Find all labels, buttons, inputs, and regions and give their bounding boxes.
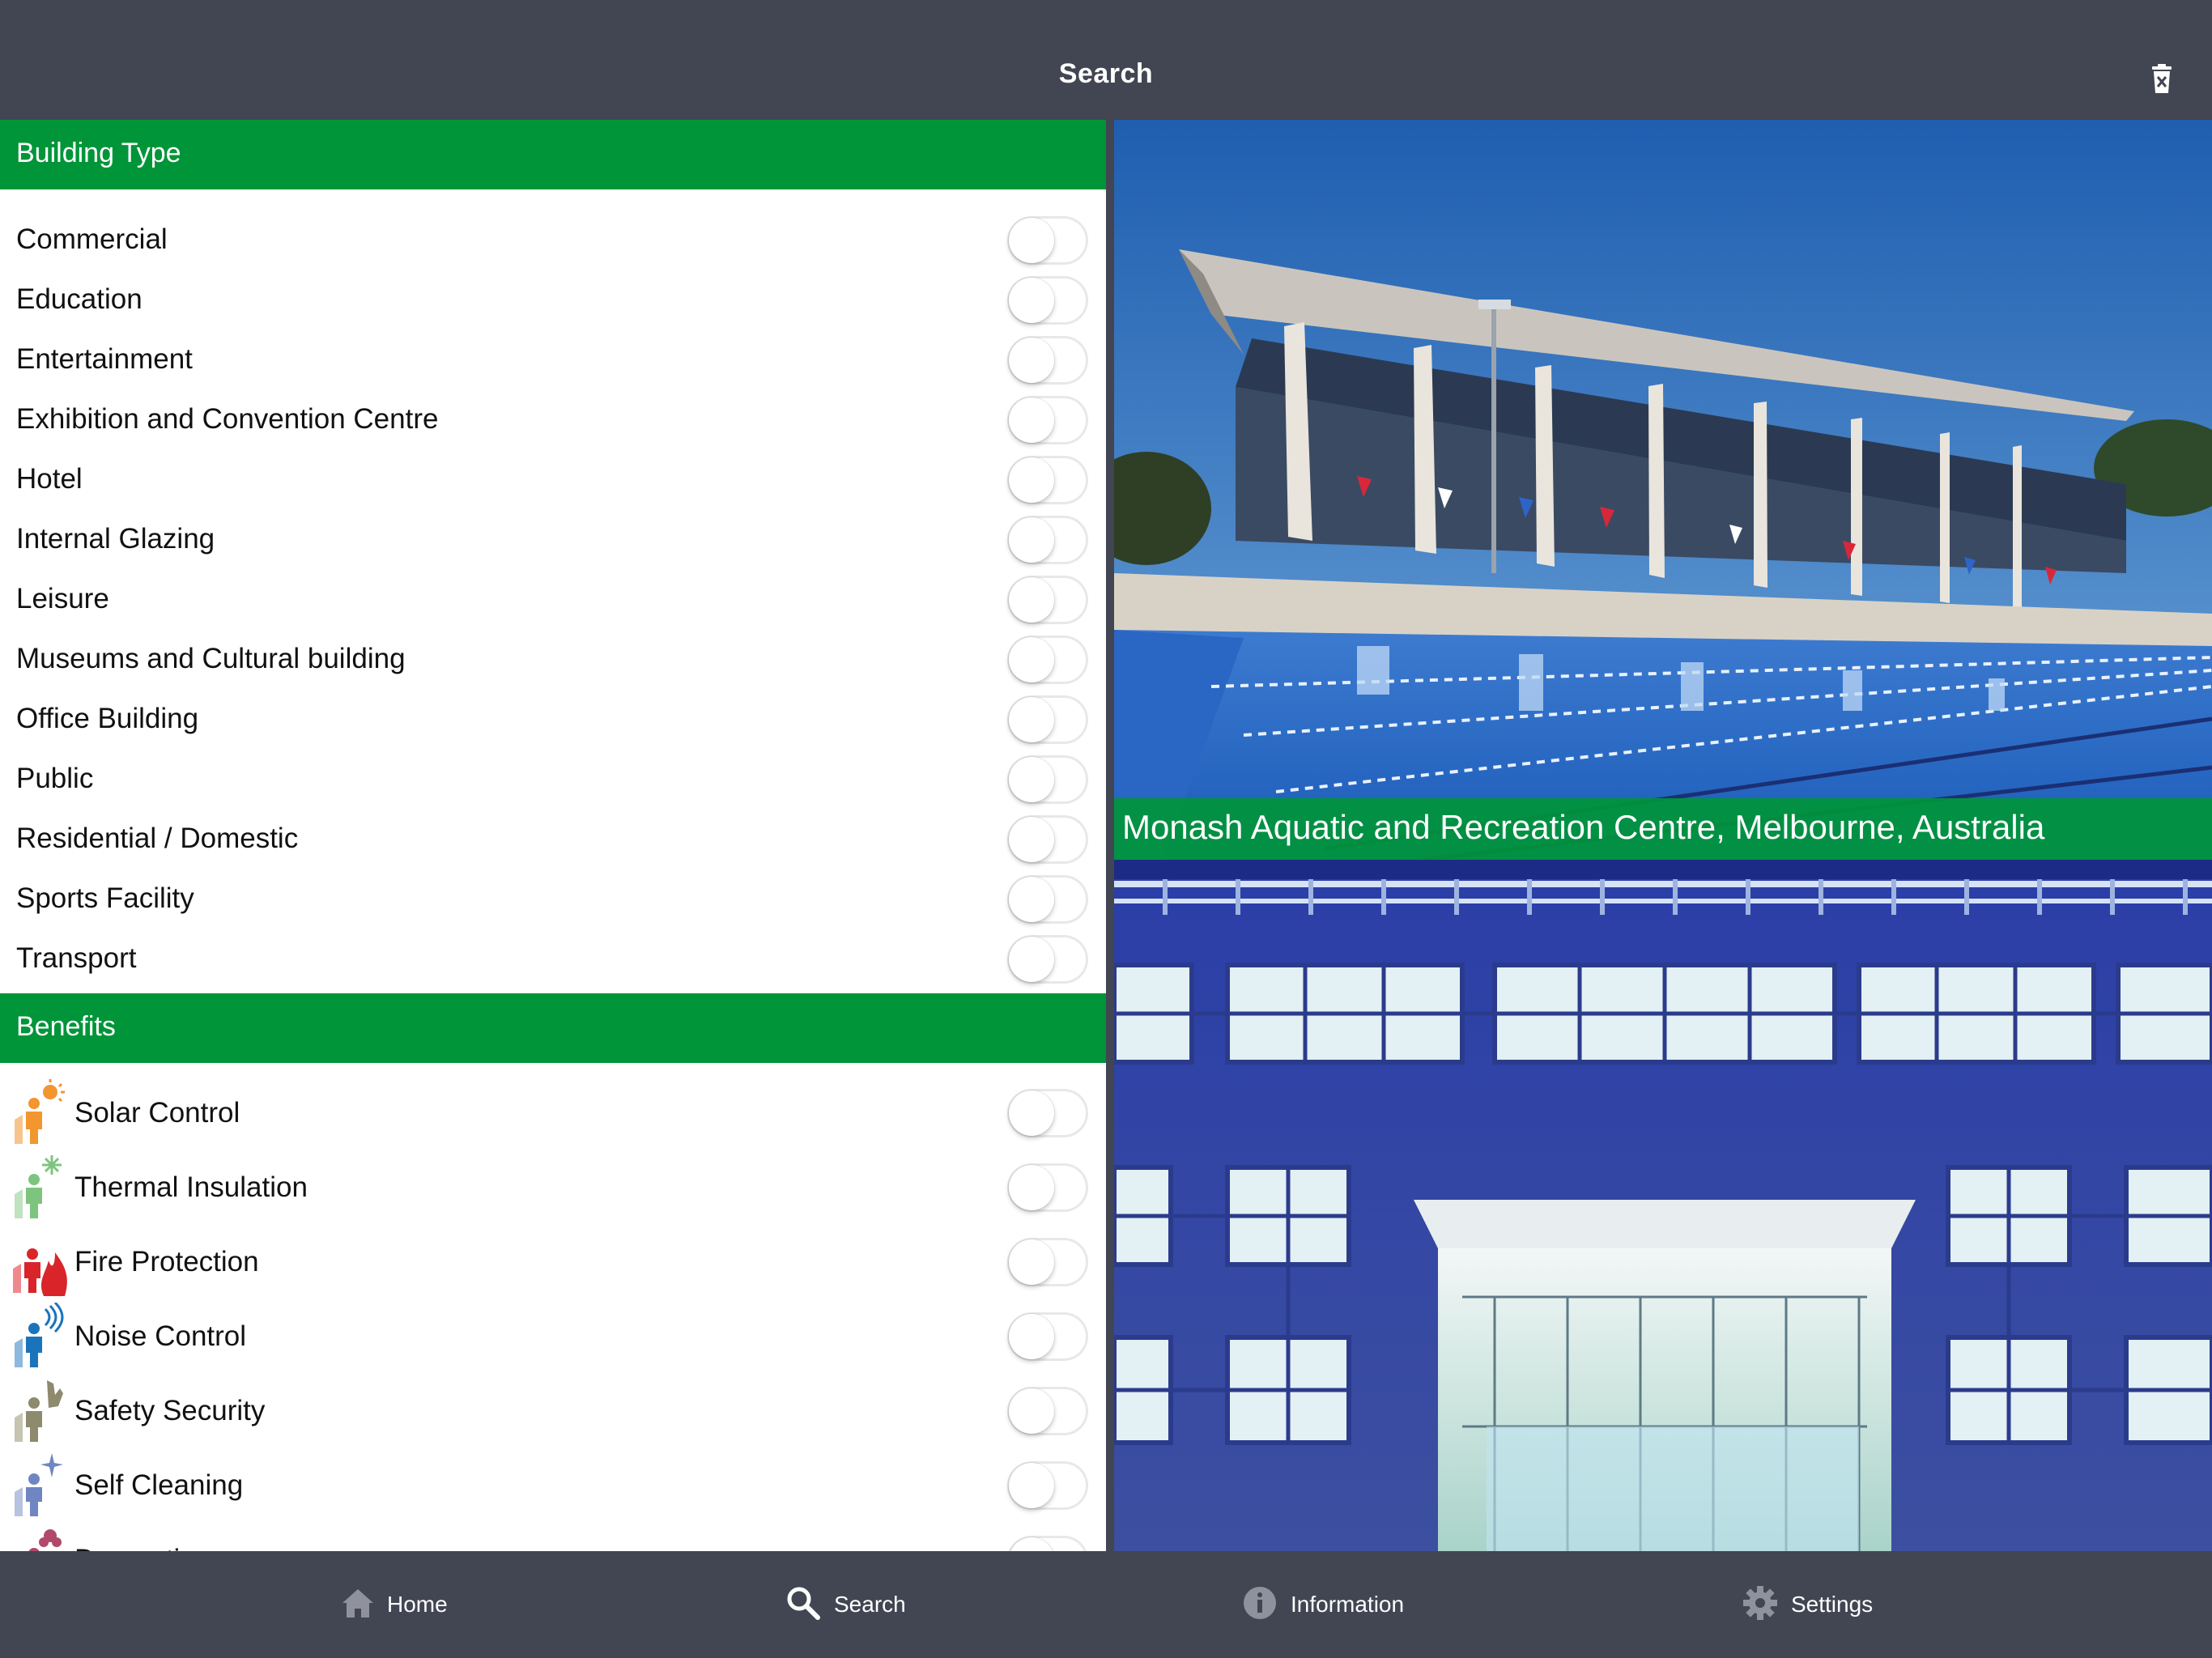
tab-label: Settings: [1791, 1592, 1874, 1617]
filter-row-self-cleaning[interactable]: Self Cleaning: [0, 1448, 1106, 1523]
toggle-switch[interactable]: [1007, 1163, 1088, 1212]
toggle-switch[interactable]: [1007, 875, 1088, 924]
toggle-switch[interactable]: [1007, 935, 1088, 984]
filter-row-solar-control[interactable]: Solar Control: [0, 1076, 1106, 1150]
solar-control-icon: [15, 1079, 65, 1144]
toggle-switch[interactable]: [1007, 695, 1088, 744]
fire-protection-icon: [13, 1248, 67, 1296]
filter-row-fire-protection[interactable]: Fire Protection: [0, 1225, 1106, 1299]
tab-information[interactable]: Information: [1242, 1551, 1469, 1658]
filter-label: Self Cleaning: [74, 1469, 244, 1501]
decoration-icon: [28, 1529, 62, 1551]
search-icon: [787, 1587, 820, 1620]
tab-label: Search: [834, 1592, 906, 1617]
filter-row-sports-facility[interactable]: Sports Facility: [0, 869, 1106, 929]
filter-row-internal-glazing[interactable]: Internal Glazing: [0, 510, 1106, 570]
toggle-switch[interactable]: [1007, 216, 1088, 265]
section-header-benefits: Benefits: [0, 993, 1106, 1063]
filter-row-transport[interactable]: Transport: [0, 929, 1106, 989]
filter-label: Entertainment: [16, 343, 193, 375]
toggle-switch[interactable]: [1007, 576, 1088, 624]
gear-icon: [1743, 1586, 1777, 1620]
filter-row-noise-control[interactable]: Noise Control: [0, 1299, 1106, 1374]
filter-row-safety-security[interactable]: Safety Security: [0, 1374, 1106, 1448]
toggle-switch[interactable]: [1007, 1536, 1088, 1551]
pane-divider: [1106, 120, 1114, 1551]
section-title: Benefits: [16, 1011, 116, 1042]
section-title: Building Type: [16, 138, 181, 168]
filter-label: Education: [16, 283, 143, 315]
toggle-switch[interactable]: [1007, 755, 1088, 804]
noise-control-icon: [15, 1303, 64, 1367]
filter-label: Museums and Cultural building: [16, 643, 406, 674]
page-title: Search: [1058, 58, 1154, 89]
filter-label: Internal Glazing: [16, 523, 215, 555]
filter-label: Public: [16, 763, 94, 794]
section-header-building-type: Building Type: [0, 120, 1106, 189]
gallery-caption-text: Monash Aquatic and Recreation Centre, Me…: [1122, 808, 2045, 846]
filter-label: Hotel: [16, 463, 83, 495]
toggle-switch[interactable]: [1007, 1089, 1088, 1137]
toggle-switch[interactable]: [1007, 336, 1088, 385]
filter-row-leisure[interactable]: Leisure: [0, 570, 1106, 630]
filter-label: Transport: [16, 942, 137, 974]
filter-row-office-building[interactable]: Office Building: [0, 690, 1106, 750]
trash-icon[interactable]: [2146, 63, 2178, 96]
filter-row-exhibition[interactable]: Exhibition and Convention Centre: [0, 390, 1106, 450]
filter-list[interactable]: Building Type Commercial Education Enter…: [0, 120, 1106, 1551]
filter-row-entertainment[interactable]: Entertainment: [0, 330, 1106, 390]
filter-label: Decoration: [74, 1544, 211, 1551]
toggle-switch[interactable]: [1007, 1312, 1088, 1361]
self-cleaning-icon: [15, 1453, 63, 1516]
toggle-switch[interactable]: [1007, 815, 1088, 864]
filter-label: Office Building: [16, 703, 199, 734]
filter-label: Fire Protection: [74, 1246, 259, 1278]
filter-label: Leisure: [16, 583, 109, 614]
toggle-switch[interactable]: [1007, 1461, 1088, 1510]
filter-label: Commercial: [16, 223, 168, 255]
filter-row-thermal-insulation[interactable]: Thermal Insulation: [0, 1150, 1106, 1225]
filter-label: Safety Security: [74, 1395, 266, 1426]
toggle-switch[interactable]: [1007, 456, 1088, 504]
filter-row-decoration[interactable]: Decoration: [0, 1523, 1106, 1551]
navigation-bar: Search: [0, 0, 2212, 120]
filter-row-education[interactable]: Education: [0, 270, 1106, 330]
filter-row-hotel[interactable]: Hotel: [0, 450, 1106, 510]
gallery-pane[interactable]: Monash Aquatic and Recreation Centre, Me…: [1114, 120, 2212, 1551]
filter-label: Solar Control: [74, 1097, 240, 1129]
toggle-switch[interactable]: [1007, 516, 1088, 564]
safety-security-icon: [15, 1380, 63, 1442]
filter-row-commercial[interactable]: Commercial: [0, 210, 1106, 270]
filter-label: Noise Control: [74, 1320, 247, 1352]
toggle-switch[interactable]: [1007, 1387, 1088, 1435]
toggle-switch[interactable]: [1007, 636, 1088, 684]
tab-label: Home: [387, 1592, 448, 1617]
toggle-switch[interactable]: [1007, 1238, 1088, 1286]
toggle-switch[interactable]: [1007, 276, 1088, 325]
tab-search[interactable]: Search: [785, 1551, 963, 1658]
gallery-photo-aquatic-centre[interactable]: [1114, 120, 2212, 860]
toggle-switch[interactable]: [1007, 396, 1088, 444]
info-icon: [1244, 1587, 1276, 1619]
gallery-photo-building-facade[interactable]: [1114, 860, 2212, 1551]
filter-row-museums[interactable]: Museums and Cultural building: [0, 630, 1106, 690]
filter-label: Exhibition and Convention Centre: [16, 403, 439, 435]
filter-label: Thermal Insulation: [74, 1171, 308, 1203]
thermal-insulation-icon: [15, 1155, 62, 1218]
home-icon: [342, 1589, 373, 1618]
filter-label: Residential / Domestic: [16, 823, 299, 854]
filter-row-public[interactable]: Public: [0, 750, 1106, 810]
filter-row-residential[interactable]: Residential / Domestic: [0, 810, 1106, 869]
filter-label: Sports Facility: [16, 882, 194, 914]
tab-home[interactable]: Home: [338, 1551, 500, 1658]
tab-label: Information: [1291, 1592, 1405, 1617]
tab-bar: Home Search Information Settings: [0, 1551, 2212, 1658]
gallery-caption: Monash Aquatic and Recreation Centre, Me…: [1114, 798, 2212, 860]
tab-settings[interactable]: Settings: [1742, 1551, 1937, 1658]
